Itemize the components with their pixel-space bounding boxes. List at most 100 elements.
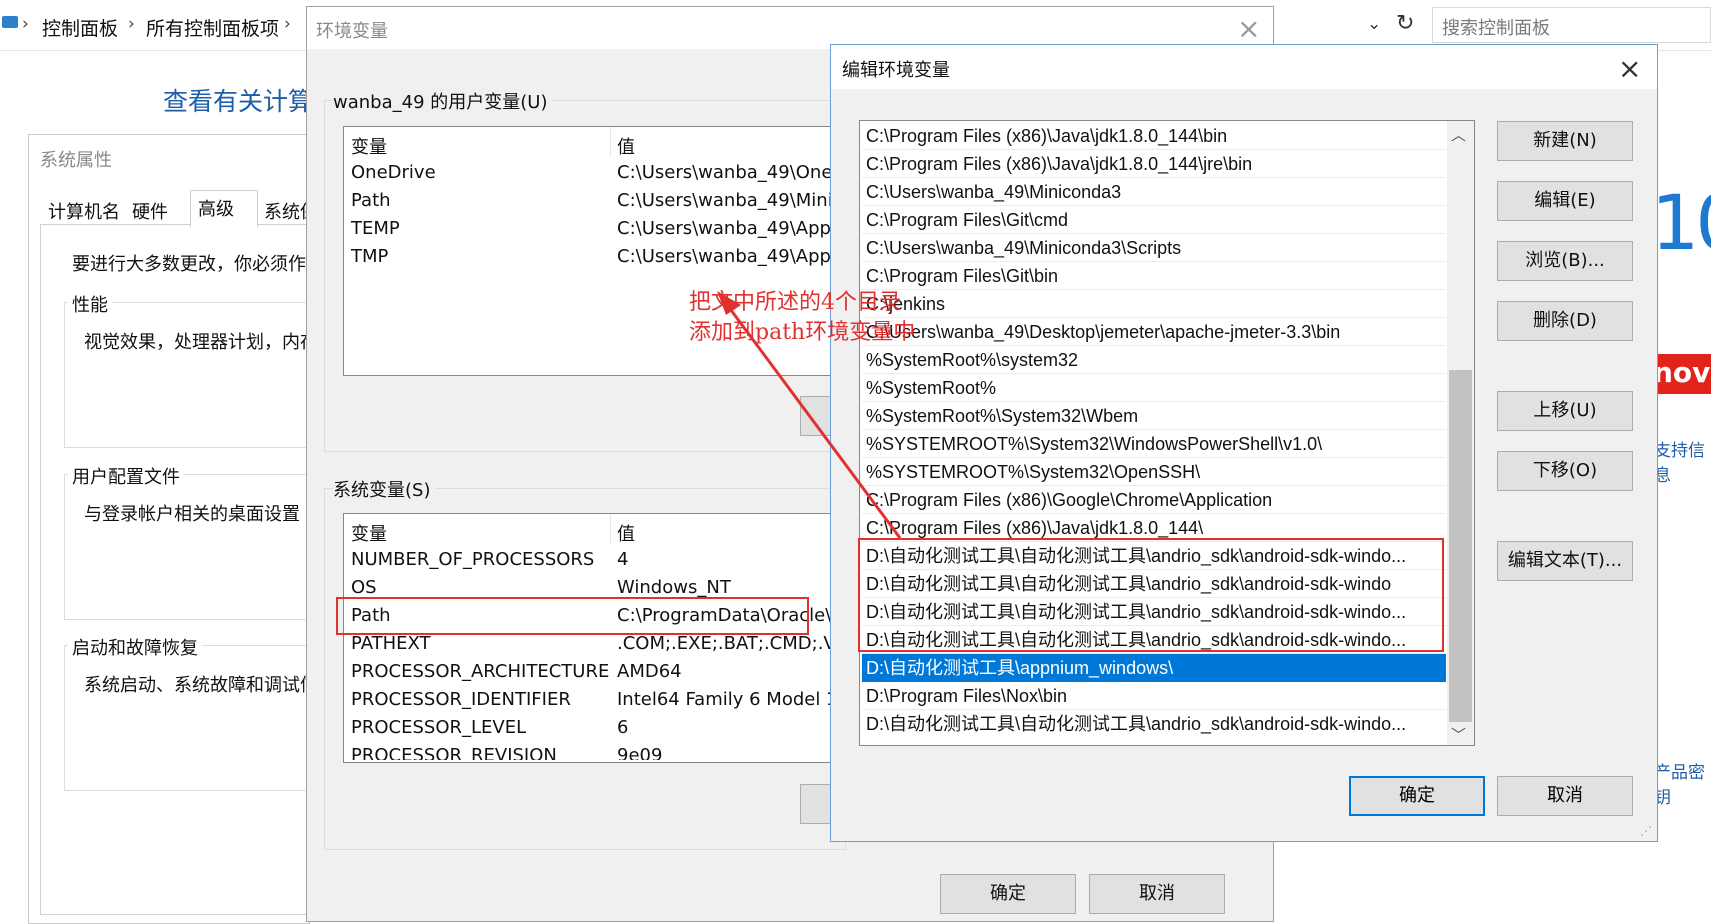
sys-var-value[interactable]: AMD64 [617,661,682,682]
lenovo-logo: novo [1651,354,1711,394]
sys-col-value[interactable]: 值 [617,520,635,546]
user-var-value[interactable]: C:\Users\wanba_49\Minic [617,190,843,211]
edit-button[interactable]: 编辑(E) [1497,181,1633,221]
sys-var-row-clipped[interactable]: PROCESSOR_REVISION 9e09 [344,743,842,760]
user-var-name[interactable]: Path [351,190,391,211]
sys-var-name[interactable]: OS [351,577,377,598]
system-vars-label: 系统变量(S) [333,476,437,502]
column-separator [610,127,611,157]
annotation-line-2: 添加到path环境变量中 [689,320,916,345]
path-entry-selected[interactable]: D:\自动化测试工具\appnium_windows\ [862,654,1446,682]
performance-group [64,302,309,448]
sys-var-value[interactable]: 6 [617,717,628,738]
tab-advanced[interactable]: 高级 [198,195,234,221]
browse-button[interactable]: 浏览(B)... [1497,241,1633,281]
chevron-right-icon: › [22,14,29,34]
env-dialog-titlebar [307,7,1273,49]
sys-var-name[interactable]: PROCESSOR_ARCHITECTURE [351,661,609,682]
sys-var-value[interactable]: 4 [617,549,628,570]
close-icon[interactable]: × [1618,52,1641,85]
tab-computer-name[interactable]: 计算机名 [48,198,120,224]
user-profile-group [64,474,309,620]
path-entry[interactable]: C:\Program Files (x86)\Google\Chrome\App… [862,486,1446,514]
sys-var-name[interactable]: NUMBER_OF_PROCESSORS [351,549,594,570]
column-separator [610,514,611,544]
sys-var-value[interactable]: Intel64 Family 6 Model 1 [617,689,838,710]
move-down-button[interactable]: 下移(O) [1497,451,1633,491]
user-var-name[interactable]: TEMP [351,218,400,239]
edit-ok-button[interactable]: 确定 [1349,776,1485,816]
resize-grip-icon[interactable]: ⋰ [1640,824,1652,838]
delete-button[interactable]: 删除(D) [1497,301,1633,341]
env-ok-button[interactable]: 确定 [940,874,1076,914]
close-icon[interactable]: × [1237,12,1260,45]
user-var-value[interactable]: C:\Users\wanba_49\AppD [617,246,845,267]
annotation-note: 把文中所述的4个目录 添加到path环境变量中 [689,288,915,348]
path-entry[interactable]: %SystemRoot%\System32\Wbem [862,402,1446,430]
startup-recovery-group [64,645,309,791]
sys-var-value[interactable]: .COM;.EXE;.BAT;.CMD;.VB [617,633,848,654]
path-highlight-box [336,597,809,635]
path-entry[interactable]: %SYSTEMROOT%\System32\WindowsPowerShell\… [862,430,1446,458]
edit-dialog-title: 编辑环境变量 [842,60,950,81]
path-entry[interactable]: D:\自动化测试工具\自动化测试工具\andrio_sdk\android-sd… [862,710,1446,738]
env-cancel-button[interactable]: 取消 [1089,874,1225,914]
path-entry[interactable]: %SYSTEMROOT%\System32\OpenSSH\ [862,458,1446,486]
new-paths-highlight-box [858,538,1444,652]
performance-desc: 视觉效果，处理器计划，内存 [84,332,318,353]
sys-var-value[interactable]: 9e09 [617,745,662,760]
startup-recovery-label: 启动和故障恢复 [68,634,202,660]
user-var-name[interactable]: OneDrive [351,162,436,183]
annotation-line-1: 把文中所述的4个目录 [689,290,901,315]
computer-icon [2,16,18,28]
search-placeholder: 搜索控制面板 [1442,18,1550,39]
move-up-button[interactable]: 上移(U) [1497,391,1633,431]
user-profile-desc: 与登录帐户相关的桌面设置 [84,504,300,525]
chevron-right-icon: › [128,14,135,34]
path-entry[interactable]: C:\Program Files\Git\cmd [862,206,1446,234]
user-vars-label: wanba_49 的用户变量(U) [333,88,554,114]
path-entry[interactable]: C:\Users\wanba_49\Miniconda3\Scripts [862,234,1446,262]
user-col-value[interactable]: 值 [617,133,635,159]
tab-strip-line [40,224,308,225]
refresh-icon[interactable]: ↻ [1396,11,1414,36]
path-entry[interactable]: C:\jenkins [862,290,1446,318]
breadcrumb-all-items[interactable]: 所有控制面板项 [146,14,279,41]
path-entry[interactable]: %SystemRoot%\system32 [862,346,1446,374]
path-entry[interactable]: D:\Program Files\Nox\bin [862,682,1446,710]
user-var-value[interactable]: C:\Users\wanba_49\AppD [617,218,845,239]
admin-note: 要进行大多数更改，你必须作 [72,254,306,275]
path-entry[interactable]: C:\Users\wanba_49\Desktop\jemeter\apache… [862,318,1446,346]
edit-text-button[interactable]: 编辑文本(T)... [1497,541,1633,581]
sys-var-name[interactable]: PATHEXT [351,633,431,654]
sys-var-value[interactable]: Windows_NT [617,577,731,598]
user-var-name[interactable]: TMP [351,246,388,267]
path-entry[interactable]: C:\Users\wanba_49\Miniconda3 [862,178,1446,206]
page-heading: 查看有关计算 [163,87,314,116]
scrollbar-thumb[interactable] [1449,370,1472,722]
startup-recovery-desc: 系统启动、系统故障和调试信 [84,675,318,696]
tab-hardware[interactable]: 硬件 [132,198,168,224]
system-properties-title: 系统属性 [40,150,112,171]
env-dialog-title: 环境变量 [316,21,388,42]
support-link[interactable]: 支持信息 [1654,436,1711,486]
new-button[interactable]: 新建(N) [1497,121,1633,161]
edit-dialog-titlebar [831,45,1657,89]
path-entry[interactable]: C:\Program Files (x86)\Java\jdk1.8.0_144… [862,150,1446,178]
sys-var-name[interactable]: PROCESSOR_IDENTIFIER [351,689,571,710]
performance-label: 性能 [68,291,112,317]
path-entry[interactable]: C:\Program Files (x86)\Java\jdk1.8.0_144… [862,122,1446,150]
scroll-down-icon[interactable]: ﹀ [1451,724,1466,745]
chevron-down-icon[interactable]: ⌄ [1367,14,1381,34]
breadcrumb-control-panel[interactable]: 控制面板 [42,14,118,41]
sys-var-name[interactable]: PROCESSOR_REVISION [351,745,557,760]
scroll-up-icon[interactable]: ︿ [1451,124,1466,145]
sys-col-variable[interactable]: 变量 [351,520,387,546]
path-entry[interactable]: %SystemRoot% [862,374,1446,402]
user-col-variable[interactable]: 变量 [351,133,387,159]
edit-cancel-button[interactable]: 取消 [1497,776,1633,816]
product-key-link[interactable]: 产品密钥 [1654,758,1711,808]
sys-var-name[interactable]: PROCESSOR_LEVEL [351,717,526,738]
path-entry[interactable]: C:\Program Files\Git\bin [862,262,1446,290]
user-var-value[interactable]: C:\Users\wanba_49\OneD [617,162,846,183]
